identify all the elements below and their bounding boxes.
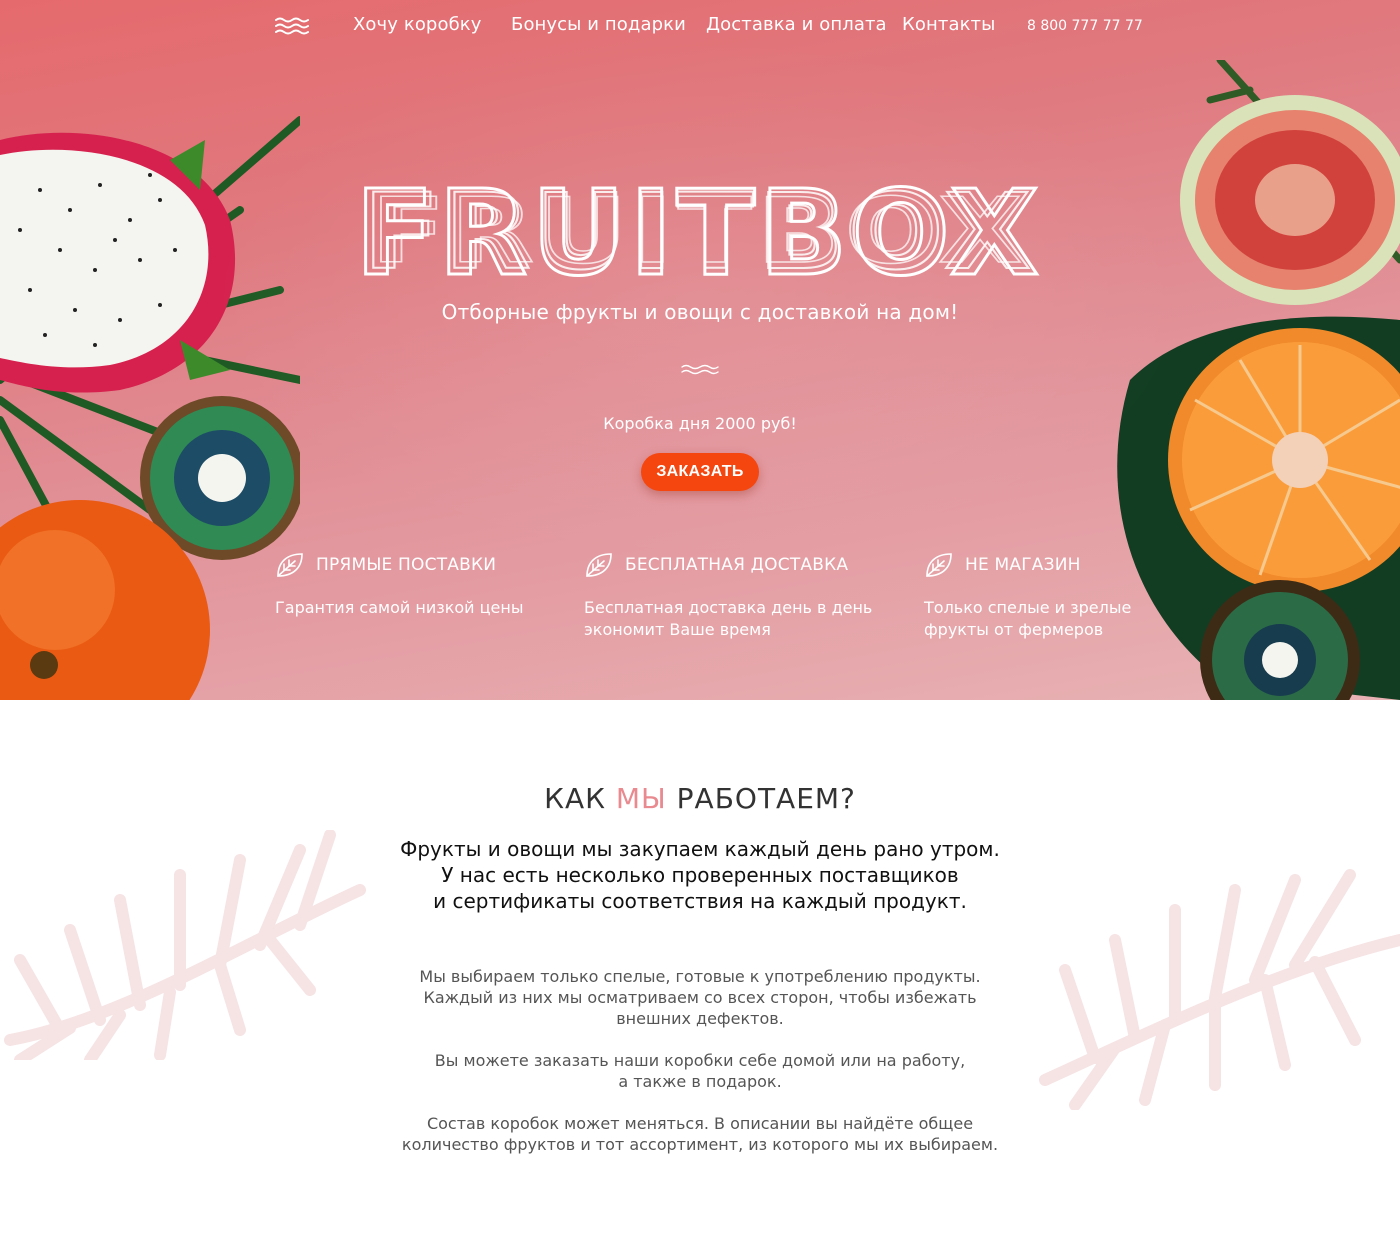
palm-leaf-watermark-right bbox=[1039, 869, 1400, 1110]
leaf-icon bbox=[277, 553, 303, 577]
title-part: РАБОТАЕМ? bbox=[666, 782, 856, 815]
nav-item-want-box[interactable]: Хочу коробку bbox=[353, 14, 482, 35]
how-we-work-section: КАК МЫ РАБОТАЕМ? Фрукты и овощи мы закуп… bbox=[0, 700, 1400, 1236]
feature-text: Гарантия самой низкой цены bbox=[275, 598, 524, 617]
dragon-fruit bbox=[0, 132, 236, 393]
fig bbox=[1180, 95, 1400, 305]
how-we-work-title: КАК МЫ РАБОТАЕМ? bbox=[0, 782, 1400, 815]
how-paragraph: Мы выбираем только спелые, готовые к упо… bbox=[419, 967, 981, 1028]
title-part: КАК bbox=[544, 782, 616, 815]
brand-wordmark-core: FRUITBOX bbox=[371, 179, 1027, 278]
kiwi-right bbox=[1200, 580, 1360, 700]
leaf-icon bbox=[926, 553, 952, 577]
leaf-icon bbox=[586, 553, 612, 577]
feature-title: НЕ МАГАЗИН bbox=[965, 555, 1081, 575]
box-of-day-price: Коробка дня 2000 руб! bbox=[603, 414, 797, 433]
fern-leaf bbox=[1206, 60, 1400, 274]
feature-text: Только спелые и зрелые фрукты от фермеро… bbox=[924, 598, 1132, 639]
top-nav: Хочу коробку Бонусы и подарки Доставка и… bbox=[0, 0, 1400, 52]
palm-leaf-left bbox=[0, 116, 300, 554]
hero-section: Хочу коробку Бонусы и подарки Доставка и… bbox=[0, 0, 1400, 700]
how-paragraph: Состав коробок может меняться. В описани… bbox=[401, 1114, 999, 1154]
wave-line-icon bbox=[681, 364, 719, 375]
orange-left bbox=[0, 500, 210, 700]
feature-title: ПРЯМЫЕ ПОСТАВКИ bbox=[316, 555, 497, 575]
feature-text: Бесплатная доставка день в день экономит… bbox=[584, 598, 873, 639]
phone-link[interactable]: 8 800 777 77 77 bbox=[1027, 18, 1143, 34]
hero-tagline: Отборные фрукты и овощи с доставкой на д… bbox=[441, 300, 959, 324]
feature-title: БЕСПЛАТНАЯ ДОСТАВКА bbox=[625, 555, 849, 575]
order-button[interactable]: ЗАКАЗАТЬ bbox=[641, 453, 759, 491]
left-fruit-decoration bbox=[0, 116, 300, 700]
palm-leaf-watermark-left bbox=[4, 830, 366, 1060]
waves-icon[interactable] bbox=[275, 16, 309, 36]
brand-logo: FRUITBOX FRUITBOX FRUITBOX bbox=[355, 178, 1041, 278]
nav-item-contacts[interactable]: Контакты bbox=[902, 14, 995, 35]
title-accent: МЫ bbox=[615, 782, 667, 815]
how-paragraph: Вы можете заказать наши коробки себе дом… bbox=[434, 1051, 966, 1091]
nav-item-bonuses[interactable]: Бонусы и подарки bbox=[511, 14, 686, 35]
orange-slice bbox=[1168, 328, 1400, 592]
monstera-leaf bbox=[1117, 316, 1400, 700]
nav-item-delivery[interactable]: Доставка и оплата bbox=[706, 14, 887, 35]
how-we-work-lead: Фрукты и овощи мы закупаем каждый день р… bbox=[400, 837, 1000, 913]
